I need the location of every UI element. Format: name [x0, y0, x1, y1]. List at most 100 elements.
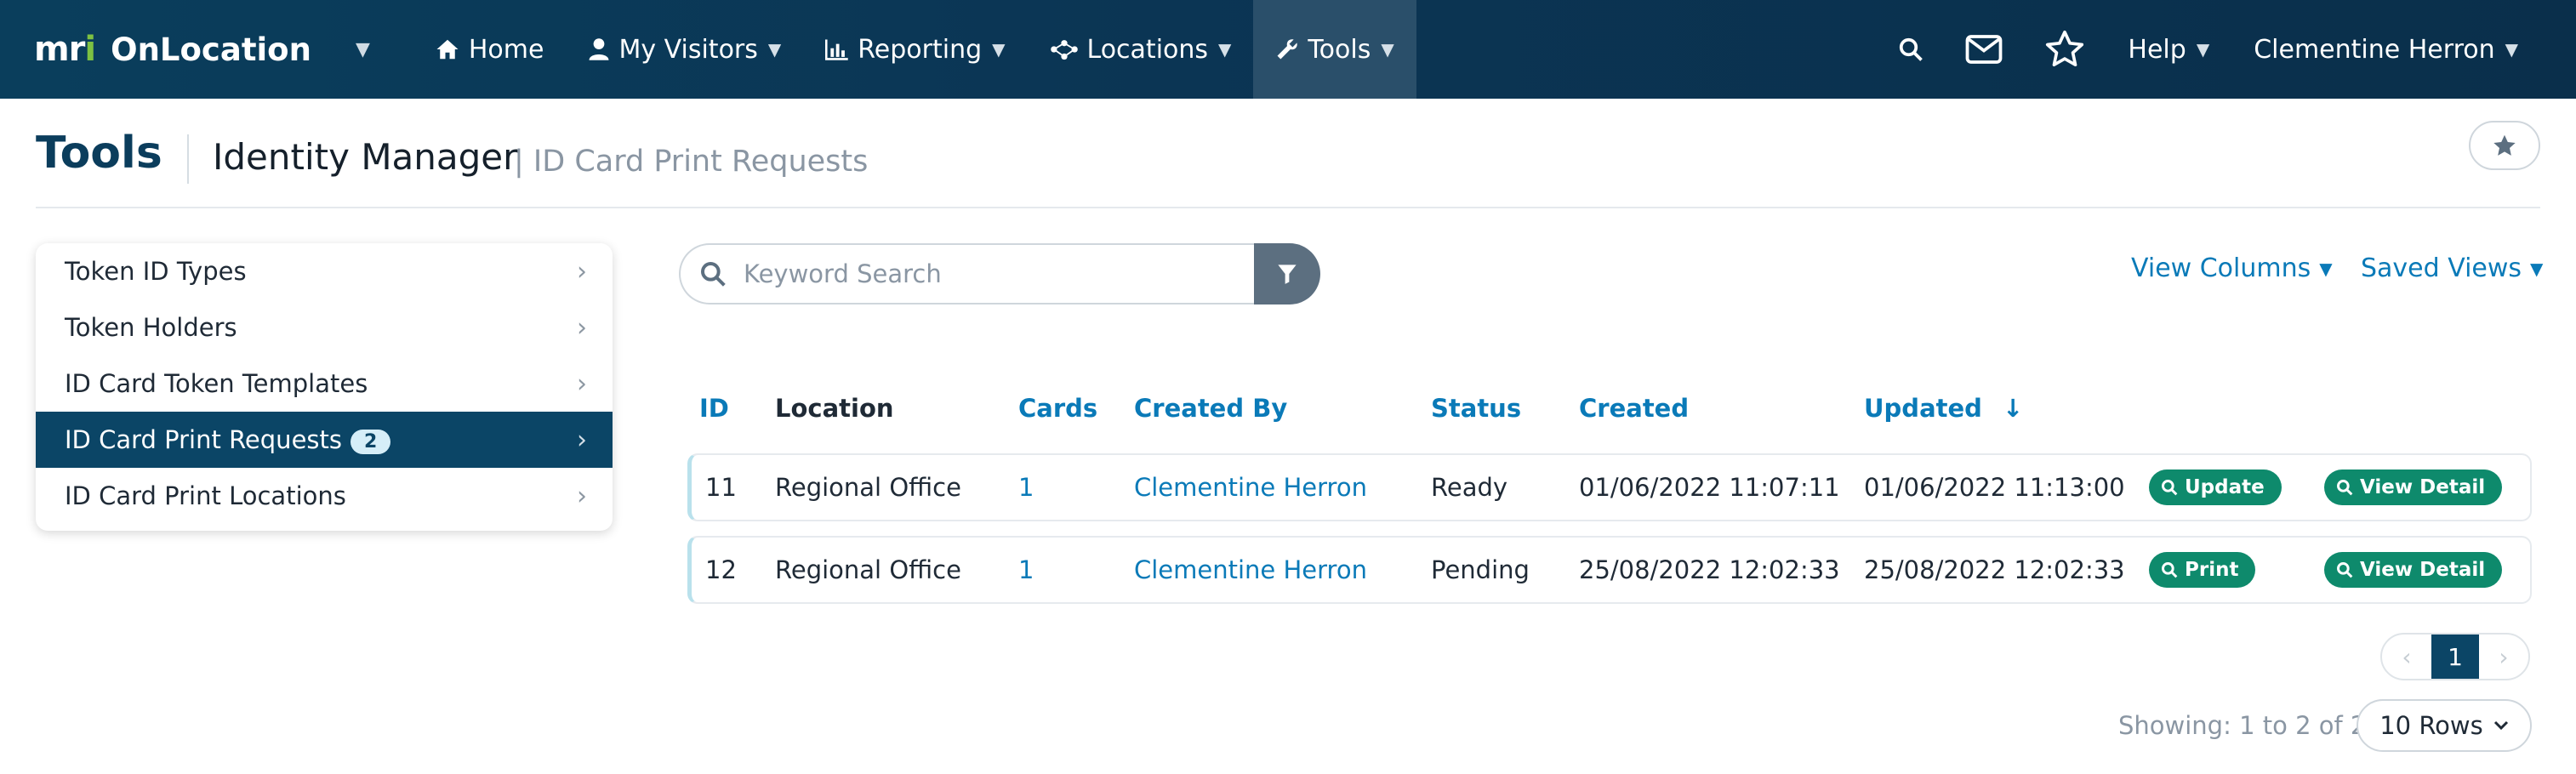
- nav-reporting[interactable]: Reporting ▼: [803, 0, 1027, 99]
- sidebar-item-id-card-token-templates[interactable]: ID Card Token Templates ›: [36, 356, 613, 412]
- cell-id: 11: [705, 473, 737, 502]
- sidebar-item-token-holders[interactable]: Token Holders ›: [36, 299, 613, 356]
- cell-updated: 25/08/2022 12:02:33: [1864, 555, 2125, 584]
- page-title: Tools: [36, 128, 162, 179]
- column-header-updated-label: Updated: [1864, 394, 1982, 423]
- caret-down-icon: ▼: [1218, 39, 1232, 60]
- help-label: Help: [2128, 34, 2186, 65]
- saved-views-dropdown[interactable]: Saved Views ▼: [2361, 253, 2543, 283]
- sidebar: Token ID Types › Token Holders › ID Card…: [36, 243, 613, 531]
- sort-desc-icon: ↓: [2003, 394, 2024, 423]
- nav-home[interactable]: Home: [413, 0, 567, 99]
- app-switcher-caret-icon[interactable]: ▼: [356, 39, 370, 60]
- cell-cards-link[interactable]: 1: [1018, 473, 1034, 502]
- brand-name: OnLocation: [111, 31, 311, 68]
- sidebar-item-label: ID Card Print Requests: [65, 425, 342, 454]
- filter-button[interactable]: [1254, 243, 1320, 304]
- column-header-created[interactable]: Created: [1579, 394, 1689, 423]
- search-icon: [2161, 479, 2178, 496]
- caret-down-icon: ▼: [2196, 39, 2210, 60]
- caret-down-icon: ▼: [767, 39, 782, 60]
- search-icon: [2336, 561, 2353, 578]
- nav-home-label: Home: [468, 34, 544, 65]
- cell-updated: 01/06/2022 11:13:00: [1864, 473, 2125, 502]
- brand[interactable]: mri OnLocation ▼: [34, 0, 370, 99]
- search-icon: [2161, 561, 2178, 578]
- bar-chart-icon: [825, 38, 849, 60]
- nav-tools-label: Tools: [1308, 34, 1371, 65]
- star-icon: [2492, 134, 2517, 158]
- column-header-id[interactable]: ID: [699, 394, 729, 423]
- nav-reporting-label: Reporting: [858, 34, 983, 65]
- rows-per-page-select[interactable]: 10 Rows: [2357, 699, 2532, 752]
- column-header-created-by[interactable]: Created By: [1134, 394, 1287, 423]
- cell-created-by-link[interactable]: Clementine Herron: [1134, 555, 1367, 584]
- sidebar-item-id-card-print-locations[interactable]: ID Card Print Locations ›: [36, 468, 613, 524]
- section-subtitle: | ID Card Print Requests: [514, 145, 869, 179]
- cell-created: 25/08/2022 12:02:33: [1579, 555, 1840, 584]
- rows-per-page-label: 10 Rows: [2379, 711, 2483, 740]
- print-button[interactable]: Print: [2149, 552, 2256, 588]
- chevron-right-icon: ›: [577, 424, 587, 455]
- filter-icon: [1277, 263, 1297, 285]
- cell-status: Pending: [1431, 555, 1530, 584]
- column-header-cards[interactable]: Cards: [1018, 394, 1097, 423]
- print-button-label: Print: [2185, 559, 2239, 581]
- network-icon: [1050, 37, 1079, 61]
- mri-logo: mri: [34, 30, 96, 69]
- search-icon[interactable]: [1878, 0, 1944, 99]
- update-button[interactable]: Update: [2149, 470, 2282, 505]
- cell-status: Ready: [1431, 473, 1508, 502]
- nav-my-visitors[interactable]: My Visitors ▼: [566, 0, 803, 99]
- caret-down-icon: ▼: [2530, 258, 2544, 279]
- navbar-right: Help ▼ Clementine Herron ▼: [1878, 0, 2576, 99]
- home-icon: [435, 37, 460, 61]
- chevron-down-icon: [2493, 720, 2509, 731]
- cell-cards-link[interactable]: 1: [1018, 555, 1034, 584]
- mail-icon[interactable]: [1944, 0, 2024, 99]
- cell-created: 01/06/2022 11:07:11: [1579, 473, 1840, 502]
- user-icon: [588, 37, 610, 61]
- help-menu[interactable]: Help ▼: [2106, 35, 2231, 65]
- caret-down-icon: ▼: [2505, 39, 2518, 60]
- nav-my-visitors-label: My Visitors: [618, 34, 758, 65]
- view-columns-label: View Columns: [2131, 253, 2311, 283]
- nav-tools[interactable]: Tools ▼: [1253, 0, 1416, 99]
- user-menu[interactable]: Clementine Herron ▼: [2231, 35, 2576, 65]
- pagination: ‹ 1 ›: [2380, 633, 2530, 680]
- sidebar-item-label: Token ID Types: [65, 257, 247, 286]
- header-divider: [36, 207, 2540, 208]
- view-detail-label: View Detail: [2360, 476, 2486, 498]
- star-icon[interactable]: [2024, 0, 2106, 99]
- sidebar-item-label: ID Card Token Templates: [65, 369, 368, 398]
- view-columns-dropdown[interactable]: View Columns ▼: [2131, 253, 2333, 283]
- previous-page-button[interactable]: ‹: [2382, 635, 2431, 679]
- caret-down-icon: ▼: [992, 39, 1006, 60]
- sidebar-item-id-card-print-requests[interactable]: ID Card Print Requests 2 ›: [36, 412, 613, 468]
- next-page-button[interactable]: ›: [2479, 635, 2528, 679]
- title-divider: [187, 134, 189, 184]
- column-header-status[interactable]: Status: [1431, 394, 1521, 423]
- chevron-right-icon: ›: [577, 481, 587, 511]
- cell-location: Regional Office: [775, 555, 961, 584]
- view-detail-button[interactable]: View Detail: [2324, 552, 2503, 588]
- chevron-right-icon: ›: [577, 368, 587, 399]
- favorite-button[interactable]: [2469, 121, 2540, 170]
- sidebar-item-token-id-types[interactable]: Token ID Types ›: [36, 243, 613, 299]
- column-header-updated[interactable]: Updated ↓: [1864, 394, 2023, 423]
- caret-down-icon: ▼: [2319, 258, 2333, 279]
- cell-created-by-link[interactable]: Clementine Herron: [1134, 473, 1367, 502]
- caret-down-icon: ▼: [1381, 39, 1394, 60]
- page-1-button[interactable]: 1: [2431, 635, 2479, 679]
- nav-locations[interactable]: Locations ▼: [1028, 0, 1254, 99]
- view-detail-label: View Detail: [2360, 559, 2486, 581]
- user-name: Clementine Herron: [2254, 34, 2495, 65]
- view-detail-button[interactable]: View Detail: [2324, 470, 2503, 505]
- saved-views-label: Saved Views: [2361, 253, 2522, 283]
- search-icon: [2336, 479, 2353, 496]
- count-badge: 2: [350, 429, 391, 454]
- cell-id: 12: [705, 555, 737, 584]
- update-button-label: Update: [2185, 476, 2265, 498]
- search-input[interactable]: [744, 259, 1220, 288]
- chevron-right-icon: ›: [577, 256, 587, 287]
